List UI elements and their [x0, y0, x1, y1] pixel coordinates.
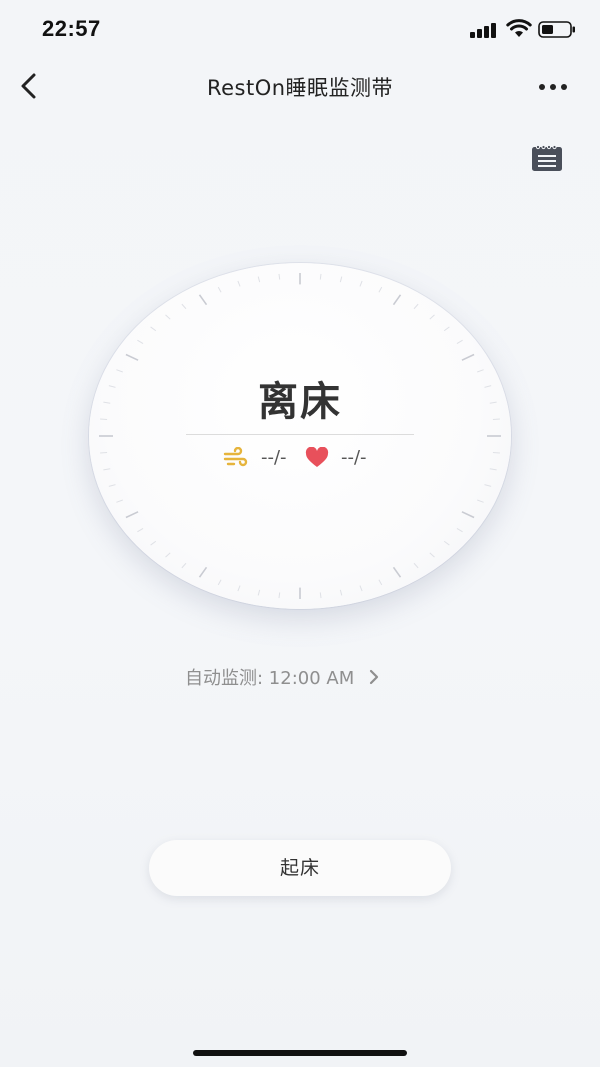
dial-tick	[198, 566, 208, 578]
more-dot-icon	[561, 84, 567, 90]
dial-tick	[125, 511, 139, 519]
dial-tick	[278, 592, 281, 599]
dial-tick	[137, 339, 144, 344]
dial-tick	[125, 353, 139, 361]
dial-tick	[319, 273, 322, 280]
dial-tick	[378, 579, 383, 586]
dial-tick	[257, 276, 261, 283]
dial-tick	[137, 528, 144, 533]
dial-tick	[461, 353, 475, 361]
dial-tick	[108, 484, 116, 487]
cellular-signal-icon	[470, 22, 498, 38]
bed-status-label: 离床	[258, 379, 342, 425]
dial-tick	[359, 280, 363, 287]
auto-monitor-link[interactable]: 自动监测: 12:00 AM	[185, 664, 380, 690]
dial-divider	[186, 434, 414, 435]
dial-tick	[413, 562, 419, 569]
dial-tick	[429, 552, 435, 558]
dial-tick	[339, 589, 343, 596]
dial-tick	[181, 562, 187, 569]
dial-tick	[413, 303, 419, 310]
sleep-status-dial: 离床 --/- --/-	[89, 263, 511, 609]
dial-tick	[217, 286, 222, 293]
heart-icon	[305, 447, 329, 467]
dial-tick	[165, 552, 171, 558]
more-dot-icon	[550, 84, 556, 90]
dial-tick	[150, 540, 157, 546]
wifi-icon	[506, 19, 532, 37]
dial-tick	[392, 294, 402, 306]
dial-tick	[217, 579, 222, 586]
dial-tick	[319, 592, 322, 599]
more-dot-icon	[539, 84, 545, 90]
dial-tick	[165, 314, 171, 320]
status-bar: 22:57	[0, 0, 600, 60]
dial-tick	[456, 339, 463, 344]
heart-rate-value: --/-	[341, 447, 367, 468]
dial-tick	[237, 280, 241, 287]
page-title: RestOn睡眠监测带	[206, 76, 394, 100]
auto-monitor-text: 自动监测: 12:00 AM	[185, 668, 355, 689]
dial-tick	[392, 566, 402, 578]
dial-tick	[461, 511, 475, 519]
dial-tick	[477, 499, 484, 503]
home-indicator	[193, 1050, 407, 1056]
battery-icon	[538, 21, 575, 38]
wake-up-button[interactable]: 起床	[149, 840, 451, 896]
dial-tick	[456, 528, 463, 533]
nav-bar: RestOn睡眠监测带	[0, 60, 600, 112]
dial-tick	[443, 326, 450, 332]
sleep-record-button[interactable]	[530, 143, 564, 173]
dial-tick	[429, 314, 435, 320]
notepad-icon	[532, 144, 562, 171]
dial-tick	[116, 499, 123, 503]
dial-tick	[257, 589, 261, 596]
dial-tick	[443, 540, 450, 546]
dial-tick	[198, 294, 208, 306]
dial-tick	[359, 585, 363, 592]
dial-tick	[339, 276, 343, 283]
dial-tick	[484, 484, 492, 487]
dial-tick	[237, 585, 241, 592]
breath-rate-value: --/-	[261, 447, 287, 468]
dial-ticks	[99, 273, 501, 599]
dial-tick	[181, 303, 187, 310]
chevron-right-icon	[369, 669, 379, 685]
more-options-button[interactable]	[532, 72, 574, 100]
status-time: 22:57	[42, 16, 101, 41]
dial-tick	[378, 286, 383, 293]
dial-tick	[150, 326, 157, 332]
dial-tick	[278, 273, 281, 280]
vitals-row: --/- --/-	[89, 445, 511, 473]
breath-icon	[223, 447, 248, 467]
